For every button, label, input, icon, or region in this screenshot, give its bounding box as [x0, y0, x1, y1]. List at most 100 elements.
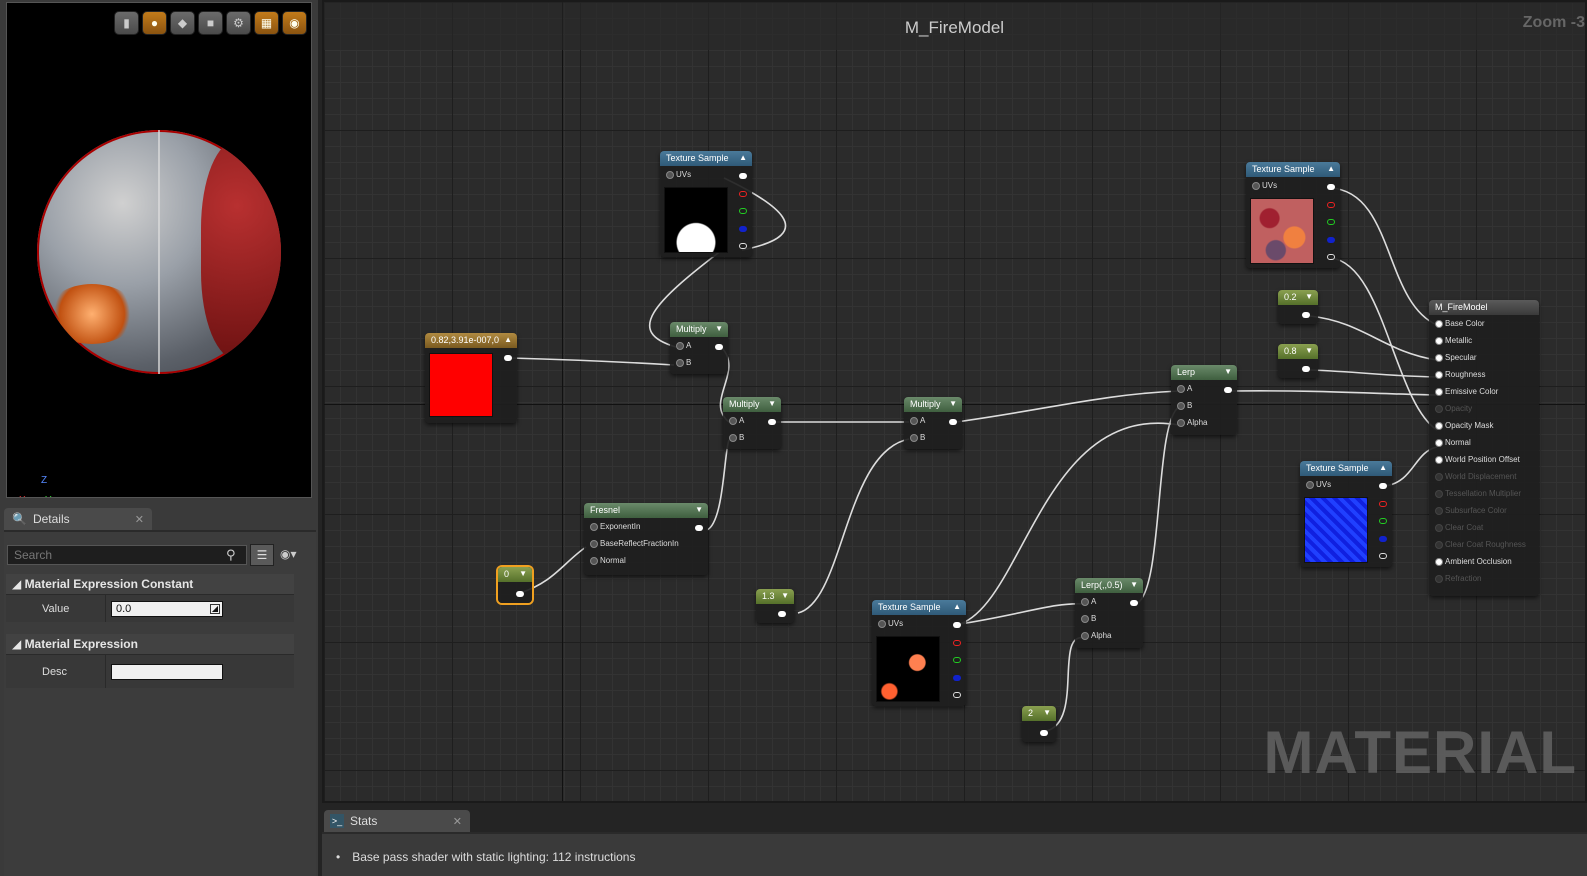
node-header[interactable]: M_FireModel — [1429, 300, 1539, 315]
sphere-icon[interactable]: ● — [142, 11, 167, 35]
out-a-pin[interactable] — [1327, 254, 1335, 260]
out-pin[interactable] — [695, 525, 703, 531]
node-multiply-2[interactable]: Multiply ▼ A B — [723, 397, 781, 449]
pin-subsurface-color[interactable]: Subsurface Color — [1429, 502, 1539, 519]
node-header[interactable]: Multiply ▼ — [670, 322, 728, 337]
category-header[interactable]: ◢ Material Expression — [6, 634, 294, 654]
node-texture-sample-2[interactable]: Texture Sample ▲ UVs — [1246, 162, 1340, 268]
pin-world-displacement[interactable]: World Displacement — [1429, 468, 1539, 485]
node-header[interactable]: Texture Sample ▲ — [1300, 461, 1392, 476]
node-header[interactable]: 0 ▼ — [498, 567, 532, 582]
realtime-icon[interactable]: ◉ — [282, 11, 307, 35]
search-input[interactable]: Search — [7, 545, 247, 565]
out-pin[interactable] — [1130, 600, 1138, 606]
collapse-icon[interactable]: ▲ — [504, 335, 512, 344]
out-g-pin[interactable] — [1327, 219, 1335, 225]
pin-roughness[interactable]: Roughness — [1429, 366, 1539, 383]
pin-b[interactable]: B — [723, 429, 781, 446]
out-r-pin[interactable] — [953, 640, 961, 646]
node-constant-0-8[interactable]: 0.8 ▼ — [1278, 344, 1318, 378]
out-pin[interactable] — [1224, 387, 1232, 393]
collapse-icon[interactable]: ▲ — [1327, 164, 1335, 173]
node-vector-constant[interactable]: 0.82,3.91e-007,0 ▲ — [425, 333, 517, 423]
out-a-pin[interactable] — [739, 243, 747, 249]
pin-b[interactable]: B — [904, 429, 962, 446]
category-header[interactable]: ◢ Material Expression Constant — [6, 574, 294, 594]
pin-basereflectfractionin[interactable]: BaseReflectFractionIn — [584, 535, 708, 552]
pin-alpha[interactable]: Alpha — [1075, 627, 1143, 644]
out-b-pin[interactable] — [739, 226, 747, 232]
collapse-icon[interactable]: ▲ — [953, 602, 961, 611]
cube-icon[interactable]: ■ — [198, 11, 223, 35]
pin-world-position-offset[interactable]: World Position Offset — [1429, 451, 1539, 468]
out-b-pin[interactable] — [1327, 237, 1335, 243]
collapse-icon[interactable]: ▼ — [1043, 708, 1051, 717]
custom-mesh-icon[interactable]: ⚙ — [226, 11, 251, 35]
collapse-icon[interactable]: ▼ — [715, 324, 723, 333]
out-rgb-pin[interactable] — [739, 173, 747, 179]
grid-icon[interactable]: ▦ — [254, 11, 279, 35]
desc-field[interactable] — [111, 663, 223, 680]
collapse-icon[interactable]: ▼ — [1305, 292, 1313, 301]
tab-details[interactable]: 🔍 Details ✕ — [4, 508, 152, 530]
pin-b[interactable]: B — [1075, 610, 1143, 627]
collapse-icon[interactable]: ▼ — [768, 399, 776, 408]
node-constant-0[interactable]: 0 ▼ — [498, 567, 532, 603]
out-pin[interactable] — [1302, 312, 1310, 318]
out-r-pin[interactable] — [1327, 202, 1335, 208]
spin-icon[interactable]: ◢ — [210, 603, 220, 614]
plane-icon[interactable]: ◆ — [170, 11, 195, 35]
out-rgb-pin[interactable] — [953, 622, 961, 628]
pin-specular[interactable]: Specular — [1429, 349, 1539, 366]
value-field[interactable]: 0.0 ◢ — [111, 600, 223, 617]
out-r-pin[interactable] — [739, 191, 747, 197]
collapse-icon[interactable]: ▼ — [519, 569, 527, 578]
out-pin[interactable] — [1040, 730, 1048, 736]
collapse-icon[interactable]: ▲ — [1379, 463, 1387, 472]
collapse-icon[interactable]: ▼ — [1130, 580, 1138, 589]
node-lerp-1[interactable]: Lerp ▼ A B Alpha — [1171, 365, 1237, 435]
out-pin[interactable] — [778, 611, 786, 617]
pin-opacity-mask[interactable]: Opacity Mask — [1429, 417, 1539, 434]
cylinder-icon[interactable]: ▮ — [114, 11, 139, 35]
pin-base-color[interactable]: Base Color — [1429, 315, 1539, 332]
material-graph[interactable]: M_FireModel Zoom -3 Texture Sample ▲ UVs… — [322, 0, 1587, 803]
pin-opacity[interactable]: Opacity — [1429, 400, 1539, 417]
pin-alpha[interactable]: Alpha — [1171, 414, 1237, 431]
out-a-pin[interactable] — [1379, 553, 1387, 559]
pin-uvs[interactable]: UVs — [872, 615, 966, 632]
collapse-icon[interactable]: ▼ — [781, 591, 789, 600]
pin-uvs[interactable]: UVs — [1246, 177, 1340, 194]
preview-viewport[interactable]: ▮ ● ◆ ■ ⚙ ▦ ◉ Z X Y — [6, 2, 312, 498]
out-g-pin[interactable] — [1379, 518, 1387, 524]
node-header[interactable]: 0.8 ▼ — [1278, 344, 1318, 359]
node-fresnel[interactable]: Fresnel ▼ ExponentIn BaseReflectFractionI… — [584, 503, 708, 575]
pin-metallic[interactable]: Metallic — [1429, 332, 1539, 349]
out-b-pin[interactable] — [1379, 536, 1387, 542]
list-view-icon[interactable]: ☰ — [250, 544, 274, 566]
pin-clear-coat[interactable]: Clear Coat — [1429, 519, 1539, 536]
node-header[interactable]: 0.82,3.91e-007,0 ▲ — [425, 333, 517, 348]
pin-refraction[interactable]: Refraction — [1429, 570, 1539, 587]
eye-icon[interactable]: ◉▾ — [280, 547, 297, 561]
node-header[interactable]: 1.3 ▼ — [756, 589, 794, 604]
collapse-icon[interactable]: ▼ — [1305, 346, 1313, 355]
out-pin[interactable] — [504, 355, 512, 361]
node-lerp-2[interactable]: Lerp(,,0.5) ▼ A B Alpha — [1075, 578, 1143, 648]
node-header[interactable]: Lerp ▼ — [1171, 365, 1237, 380]
out-a-pin[interactable] — [953, 692, 961, 698]
node-multiply-3[interactable]: Multiply ▼ A B — [904, 397, 962, 449]
node-header[interactable]: 0.2 ▼ — [1278, 290, 1318, 305]
tab-stats[interactable]: >_ Stats ✕ — [324, 810, 470, 832]
collapse-icon[interactable]: ▼ — [695, 505, 703, 514]
node-header[interactable]: Texture Sample ▲ — [872, 600, 966, 615]
pin-normal[interactable]: Normal — [1429, 434, 1539, 451]
node-texture-sample-3[interactable]: Texture Sample ▲ UVs — [872, 600, 966, 706]
node-header[interactable]: Texture Sample ▲ — [660, 151, 752, 166]
pin-b[interactable]: B — [670, 354, 728, 371]
node-constant-0-2[interactable]: 0.2 ▼ — [1278, 290, 1318, 324]
collapse-icon[interactable]: ▼ — [949, 399, 957, 408]
close-icon[interactable]: ✕ — [135, 513, 144, 526]
node-header[interactable]: Texture Sample ▲ — [1246, 162, 1340, 177]
pin-b[interactable]: B — [1171, 397, 1237, 414]
